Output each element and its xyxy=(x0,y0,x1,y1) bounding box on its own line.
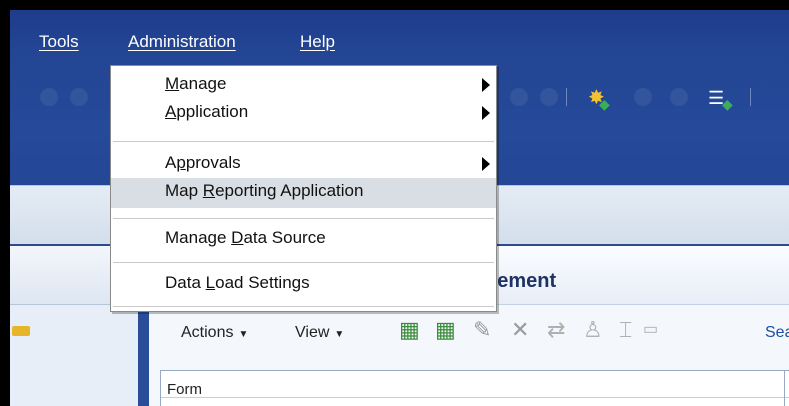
disabled-tool-icon xyxy=(40,88,58,106)
menu-separator xyxy=(113,141,494,142)
caret-down-icon: ▼ xyxy=(238,329,249,340)
search-link[interactable]: Sea xyxy=(765,324,789,342)
menu-bar: Tools Administration Help xyxy=(10,10,789,70)
actions-menu[interactable]: Actions ▼ xyxy=(181,324,248,342)
actions-label: Actions xyxy=(181,324,234,341)
view-menu[interactable]: View ▼ xyxy=(295,324,344,342)
move-icon[interactable]: ⇄ xyxy=(547,318,565,342)
menu-item-label: Application xyxy=(165,102,249,121)
toolbar-separator xyxy=(566,88,567,106)
add-folder-icon[interactable]: ▦ xyxy=(435,318,456,342)
menu-item-label: Manage Data Source xyxy=(165,228,326,247)
menu-item-application[interactable]: Application xyxy=(111,99,496,127)
menu-item-map-reporting-application[interactable]: Map Reporting Application xyxy=(111,178,496,208)
disabled-tool-icon xyxy=(540,88,558,106)
menu-item-label: Map Reporting Application xyxy=(165,181,364,200)
assign-access-icon[interactable]: ♙ xyxy=(583,318,603,342)
menu-item-label: Approvals xyxy=(165,153,241,172)
column-divider xyxy=(784,371,785,406)
table-header: Form xyxy=(161,371,789,398)
submenu-arrow-icon xyxy=(482,78,490,92)
disabled-tool-icon xyxy=(510,88,528,106)
menu-separator xyxy=(113,262,494,263)
key-icon[interactable] xyxy=(12,326,30,336)
menu-item-manage[interactable]: Manage xyxy=(111,71,496,99)
submenu-arrow-icon xyxy=(482,157,490,171)
menu-administration[interactable]: Administration xyxy=(128,32,236,52)
app-window: Tools Administration Help ✸ ◆ ☰ ◆ gement xyxy=(10,10,789,406)
delete-icon[interactable]: ✕ xyxy=(511,318,529,342)
edit-pencil-icon[interactable]: ✎ xyxy=(473,318,491,342)
menu-item-data-load-settings[interactable]: Data Load Settings xyxy=(111,270,496,298)
menu-separator xyxy=(113,218,494,219)
toolbar-separator xyxy=(750,88,751,106)
cube-icon: ◆ xyxy=(599,96,610,112)
menu-separator xyxy=(113,306,494,307)
add-form-icon[interactable]: ▦ xyxy=(399,318,420,342)
disabled-tool-icon xyxy=(634,88,652,106)
rename-icon[interactable]: ⌶ xyxy=(619,318,632,342)
forms-table: Form xyxy=(160,370,789,406)
menu-item-label: Manage xyxy=(165,74,227,93)
menu-help[interactable]: Help xyxy=(300,32,335,52)
column-header-form[interactable]: Form xyxy=(167,381,202,398)
menu-item-manage-data-source[interactable]: Manage Data Source xyxy=(111,225,496,253)
field-icon: ▭ xyxy=(643,321,659,338)
submenu-arrow-icon xyxy=(482,106,490,120)
action-bar: Actions ▼ View ▼ ▦ ▦ ✎ ✕ ⇄ ♙ ⌶ ▭ Sea xyxy=(149,314,789,356)
menu-tools[interactable]: Tools xyxy=(39,32,79,52)
menu-item-approvals[interactable]: Approvals xyxy=(111,150,496,178)
disabled-tool-icon xyxy=(70,88,88,106)
menu-item-label: Data Load Settings xyxy=(165,273,310,292)
cube-icon: ◆ xyxy=(722,96,733,112)
administration-dropdown: Manage Application Approvals Map Reporti… xyxy=(110,65,497,312)
disabled-tool-icon xyxy=(670,88,688,106)
caret-down-icon: ▼ xyxy=(334,329,345,340)
view-label: View xyxy=(295,324,330,341)
